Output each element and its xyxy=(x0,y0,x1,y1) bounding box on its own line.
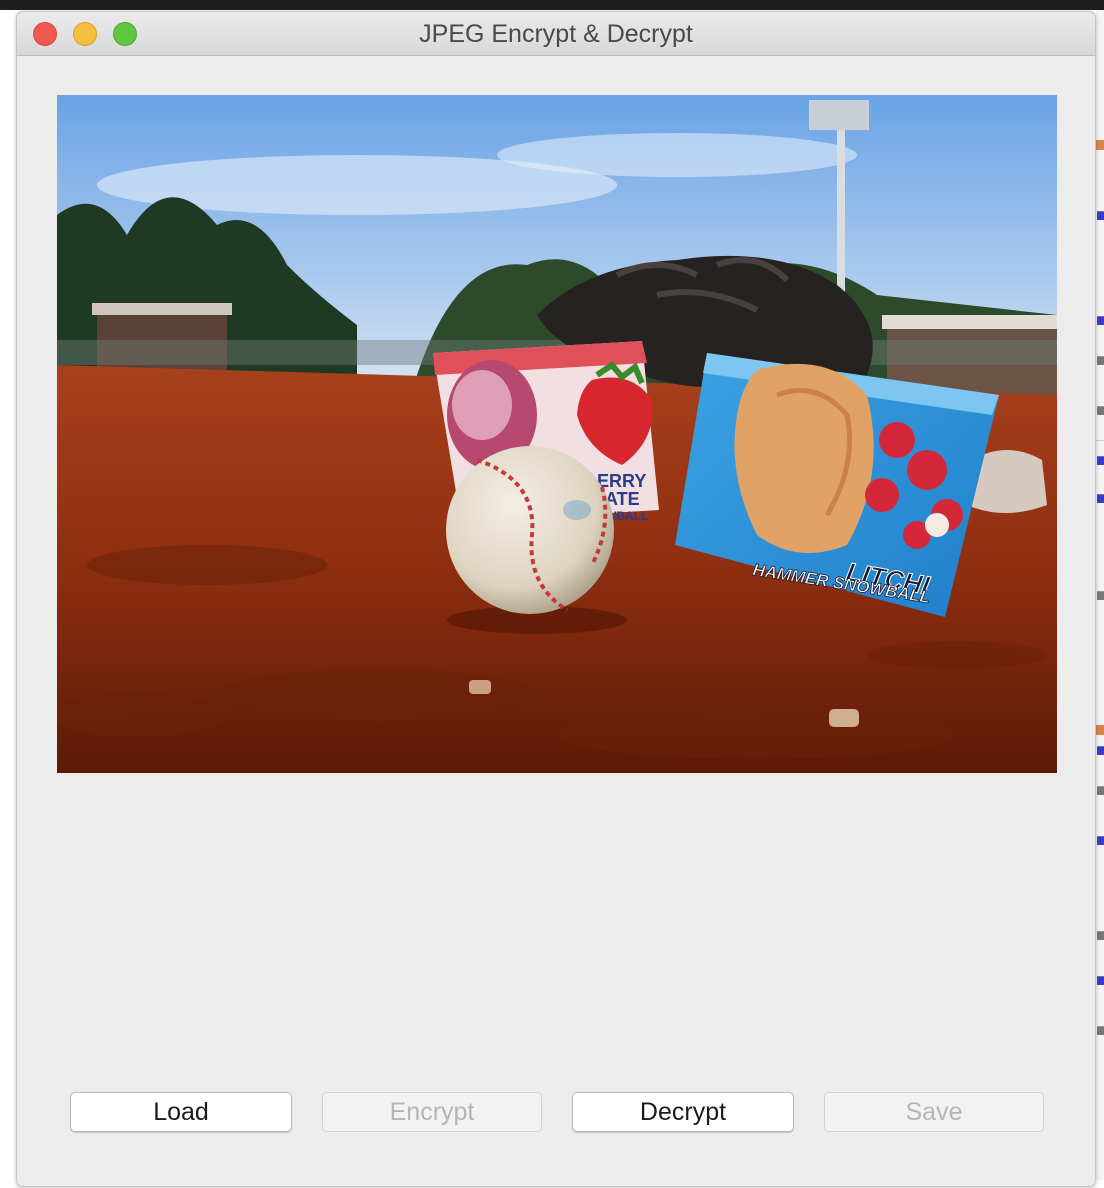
photo-illustration: ERRY ATE WBALL LITCHI HAMMER SNOWBALL xyxy=(57,95,1057,773)
background-glyph: ■ xyxy=(1096,780,1104,800)
berry-dessert-highlight xyxy=(452,370,512,440)
pebble xyxy=(469,680,491,694)
background-glyph: ■ xyxy=(1096,830,1104,850)
background-glyph: ■ xyxy=(1096,205,1104,225)
background-accent xyxy=(1096,725,1104,735)
building-roof xyxy=(882,315,1057,329)
background-glyph: ■ xyxy=(1096,350,1104,370)
background-glyph: ■ xyxy=(1096,400,1104,420)
save-button[interactable]: Save xyxy=(824,1092,1044,1132)
baseball xyxy=(446,446,614,614)
ball-stain xyxy=(563,500,591,520)
background-glyph: ■ xyxy=(1096,970,1104,990)
background-glyph: ■ xyxy=(1096,450,1104,470)
light-fixture xyxy=(809,100,869,130)
decrypt-button[interactable]: Decrypt xyxy=(572,1092,794,1132)
desktop-strip xyxy=(0,0,1104,10)
cloud xyxy=(497,133,857,177)
dugout-roof xyxy=(92,303,232,315)
encrypt-button[interactable]: Encrypt xyxy=(322,1092,542,1132)
background-glyph: ■ xyxy=(1096,1020,1104,1040)
strawberry-box-text-1: ERRY xyxy=(597,471,646,491)
window-title: JPEG Encrypt & Decrypt xyxy=(419,20,693,48)
background-glyph: ■ xyxy=(1096,585,1104,605)
app-window: JPEG Encrypt & Decrypt ERRY ATE WBALL LI… xyxy=(16,11,1096,1187)
litchi-peeled xyxy=(925,513,949,537)
title-bar[interactable]: JPEG Encrypt & Decrypt xyxy=(17,12,1095,56)
background-divider xyxy=(1096,440,1104,441)
load-button[interactable]: Load xyxy=(70,1092,292,1132)
background-accent xyxy=(1096,140,1104,150)
background-glyph: ■ xyxy=(1096,310,1104,330)
background-glyph: ■ xyxy=(1096,925,1104,945)
background-glyph: ■ xyxy=(1096,740,1104,760)
background-app-edge: ■ ■ ■ ■ ■ ■ ■ ■ ■ ■ ■ ■ ■ xyxy=(1096,10,1104,1188)
background-glyph: ■ xyxy=(1096,488,1104,508)
pebble xyxy=(829,709,859,727)
image-preview: ERRY ATE WBALL LITCHI HAMMER SNOWBALL xyxy=(57,95,1057,773)
